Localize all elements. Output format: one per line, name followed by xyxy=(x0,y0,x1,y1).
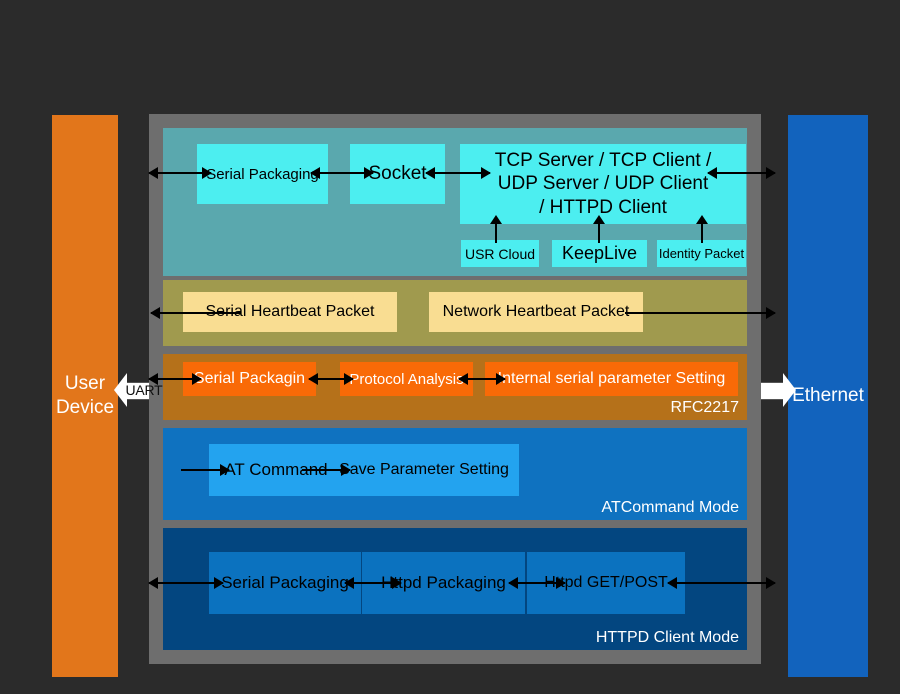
box-label: Socket xyxy=(368,163,427,184)
box-save-parameter-setting[interactable]: Save Parameter Setting xyxy=(329,444,519,496)
arrow-head-right xyxy=(766,577,776,589)
arrow-line xyxy=(625,312,775,314)
box-protocol-analysis[interactable]: Protocol Analysis xyxy=(340,362,473,396)
ethernet-block: Ethernet xyxy=(788,115,868,677)
box-network-protocols[interactable]: TCP Server / TCP Client / UDP Server / U… xyxy=(460,144,746,224)
panel-rfc2217-tag: RFC2217 xyxy=(670,399,739,416)
panel-network-layer: Serial Packaging Socket TCP Server / TCP… xyxy=(148,128,776,276)
panel-at-command-tag: ATCommand Mode xyxy=(601,499,739,516)
box-label: KeepLive xyxy=(561,243,638,263)
box-at-command[interactable]: AT Command xyxy=(209,444,343,496)
panel-httpd-client-mode: Serial Packaging Httpd Packaging Httpd G… xyxy=(148,528,776,650)
box-label: Identity Packet xyxy=(658,246,745,261)
box-label: Internal serial parameter Setting xyxy=(497,370,726,387)
user-device-block: User Device xyxy=(52,115,118,677)
box-serial-packaging-network[interactable]: Serial Packaging xyxy=(197,144,328,204)
box-label: Httpd GET/POST xyxy=(544,574,668,591)
box-label: Httpd Packaging xyxy=(381,573,506,592)
arrow-head-left xyxy=(150,307,160,319)
box-label: Serial Packaging xyxy=(221,573,349,592)
panel-at-command-mode: AT Command Save Parameter Setting ATComm… xyxy=(163,428,747,520)
box-network-heartbeat-packet[interactable]: Network Heartbeat Packet xyxy=(429,292,643,332)
diagram-canvas: User Device Ethernet UART Serial Packagi… xyxy=(0,0,900,694)
panel-httpd-client-tag: HTTPD Client Mode xyxy=(595,629,739,646)
box-internal-serial-parameter-setting[interactable]: Internal serial parameter Setting xyxy=(485,362,738,396)
panel-rfc2217: Serial Packagin Protocol Analysis Intern… xyxy=(148,354,747,420)
ethernet-arrow-head-right xyxy=(783,373,796,407)
protocols-line1: TCP Server / TCP Client / xyxy=(494,150,712,172)
arrow-head-right xyxy=(766,307,776,319)
box-serial-heartbeat-packet[interactable]: Serial Heartbeat Packet xyxy=(183,292,397,332)
arrow-head-right xyxy=(766,167,776,179)
user-device-label-line1: User xyxy=(64,373,106,395)
box-keeplive[interactable]: KeepLive xyxy=(552,240,647,267)
box-label: Serial Packagin xyxy=(193,370,306,387)
protocols-line2: UDP Server / UDP Client xyxy=(497,173,709,195)
box-label: Serial Heartbeat Packet xyxy=(205,303,375,320)
box-label: Protocol Analysis xyxy=(349,370,464,388)
box-socket[interactable]: Socket xyxy=(350,144,445,204)
box-label-group: TCP Server / TCP Client / UDP Server / U… xyxy=(495,149,711,219)
arrow-network-heartbeat-out xyxy=(625,306,776,320)
box-identity-packet[interactable]: Identity Packet xyxy=(657,240,746,267)
box-serial-packaging-rfc[interactable]: Serial Packagin xyxy=(183,362,316,396)
arrow-head-left xyxy=(148,577,158,589)
box-label: AT Command xyxy=(224,460,328,479)
box-label: Save Parameter Setting xyxy=(339,461,509,478)
box-httpd-get-post[interactable]: Httpd GET/POST xyxy=(527,552,685,614)
ethernet-arrow-bar xyxy=(759,382,785,400)
box-usr-cloud[interactable]: USR Cloud xyxy=(461,240,539,267)
uart-label: UART xyxy=(125,382,163,398)
arrow-head-left xyxy=(148,167,158,179)
user-device-label: User Device xyxy=(56,372,114,420)
user-device-label-line2: Device xyxy=(55,397,115,418)
box-httpd-packaging[interactable]: Httpd Packaging xyxy=(362,552,525,614)
box-label: Network Heartbeat Packet xyxy=(442,303,630,320)
protocols-line3: / HTTPD Client xyxy=(539,196,667,218)
box-label: Serial Packaging xyxy=(206,165,319,183)
module-frame: Serial Packaging Socket TCP Server / TCP… xyxy=(148,114,776,664)
ethernet-label: Ethernet xyxy=(792,385,864,407)
panel-heartbeat: Serial Heartbeat Packet Network Heartbea… xyxy=(150,280,776,346)
box-serial-packaging-httpd[interactable]: Serial Packaging xyxy=(209,552,361,614)
box-label: USR Cloud xyxy=(464,245,536,262)
